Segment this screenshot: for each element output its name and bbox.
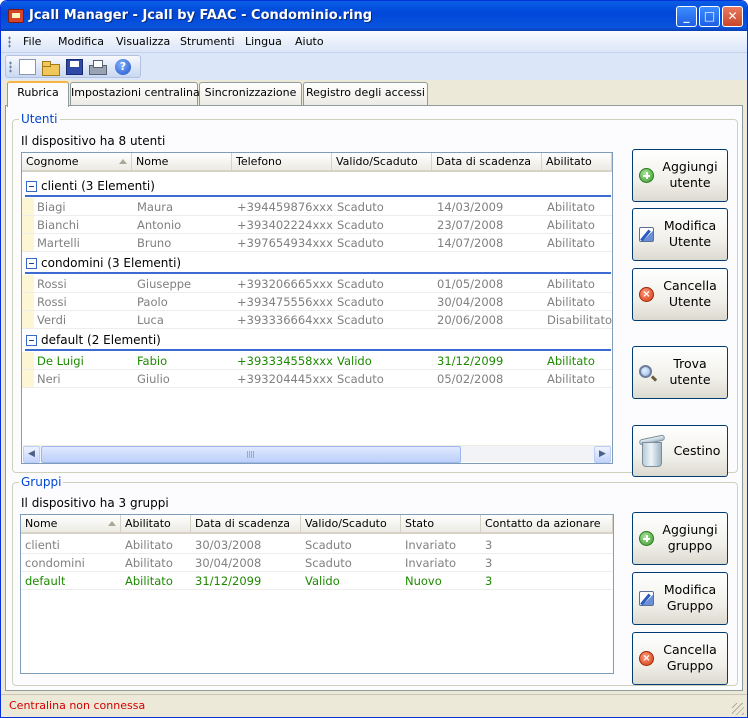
toolbar-strip: ? (1, 53, 747, 80)
help-icon[interactable]: ? (115, 59, 131, 75)
menu-strumenti[interactable]: Strumenti (180, 35, 235, 48)
menu-bar: File Modifica Visualizza Strumenti Lingu… (1, 31, 747, 53)
menu-visualizza[interactable]: Visualizza (116, 35, 170, 48)
sort-asc-icon (108, 521, 116, 526)
col-contatto[interactable]: Contatto da azionare (481, 515, 613, 532)
table-row[interactable]: clienti Abilitato 30/03/2008 Scaduto Inv… (21, 536, 613, 554)
new-document-icon[interactable] (19, 59, 36, 75)
toolbar: ? (5, 55, 141, 78)
app-icon (8, 9, 24, 23)
col-telefono[interactable]: Telefono (232, 153, 332, 170)
menu-aiuto[interactable]: Aiuto (295, 35, 324, 48)
col-abilitato-gruppo[interactable]: Abilitato (121, 515, 191, 532)
tab-registro-accessi[interactable]: Registro degli accessi (303, 82, 428, 105)
col-valido-scaduto[interactable]: Valido/Scaduto (332, 153, 432, 170)
minimize-button[interactable]: _ (676, 6, 697, 27)
close-button[interactable]: ✕ (722, 6, 743, 27)
scroll-left-icon[interactable]: ◀ (23, 446, 40, 463)
users-legend: Utenti (19, 112, 60, 126)
toolbar-grip-icon (9, 61, 12, 73)
status-bar: Centralina non connessa (1, 694, 747, 717)
group-divider (25, 349, 611, 351)
edit-pencil-icon (639, 591, 654, 606)
table-row[interactable]: De Luigi Fabio +393334558xxx Valido 31/1… (22, 352, 612, 370)
menu-modifica[interactable]: Modifica (58, 35, 104, 48)
title-bar[interactable]: Jcall Manager - Jcall by FAAC - Condomin… (1, 1, 747, 31)
add-icon (639, 531, 654, 546)
table-row[interactable]: Rossi Giuseppe +393206665xxx Scaduto 01/… (22, 275, 612, 293)
table-row[interactable]: Neri Giulio +393204445xxx Scaduto 05/02/… (22, 370, 612, 388)
trash-button[interactable]: Cestino (632, 425, 728, 477)
col-stato[interactable]: Stato (401, 515, 481, 532)
connection-status: Centralina non connessa (9, 699, 146, 712)
users-list-header: Cognome Nome Telefono Valido/Scaduto Dat… (22, 153, 612, 172)
col-nome-gruppo[interactable]: Nome (21, 515, 121, 532)
sort-asc-icon (119, 159, 127, 164)
edit-user-button[interactable]: Modifica Utente (632, 208, 728, 261)
table-row[interactable]: Biagi Maura +394459876xxx Scaduto 14/03/… (22, 198, 612, 216)
maximize-button[interactable]: □ (699, 6, 720, 27)
group-divider (25, 272, 611, 274)
col-abilitato[interactable]: Abilitato (542, 153, 612, 170)
delete-group-button[interactable]: × Cancella Gruppo (632, 632, 728, 685)
tab-sincronizzazione[interactable]: Sincronizzazione (199, 82, 302, 105)
col-valido-scaduto-gruppo[interactable]: Valido/Scaduto (301, 515, 401, 532)
app-window: Jcall Manager - Jcall by FAAC - Condomin… (0, 0, 748, 718)
edit-pencil-icon (639, 227, 654, 242)
menu-grip-icon (8, 36, 11, 48)
col-nome[interactable]: Nome (132, 153, 232, 170)
users-hscrollbar[interactable]: ◀ ▶ (23, 445, 611, 463)
collapse-icon[interactable] (26, 258, 37, 269)
col-data-scadenza[interactable]: Data di scadenza (432, 153, 542, 170)
collapse-icon[interactable] (26, 181, 37, 192)
users-list[interactable]: Cognome Nome Telefono Valido/Scaduto Dat… (21, 152, 613, 464)
groups-list[interactable]: Nome Abilitato Data di scadenza Valido/S… (20, 514, 614, 674)
users-count: Il dispositivo ha 8 utenti (21, 134, 166, 148)
table-row[interactable]: Bianchi Antonio +393402224xxx Scaduto 23… (22, 216, 612, 234)
delete-icon: × (639, 287, 654, 302)
scroll-thumb[interactable] (41, 446, 461, 463)
open-folder-icon[interactable] (42, 59, 60, 76)
tab-impostazioni-centralina[interactable]: Impostazioni centralina (70, 82, 200, 105)
table-row[interactable]: condomini Abilitato 30/04/2008 Scaduto I… (21, 554, 613, 572)
group-divider (25, 195, 611, 197)
tab-rubrica[interactable]: Rubrica (7, 81, 69, 107)
menu-lingua[interactable]: Lingua (245, 35, 282, 48)
menu-file[interactable]: File (23, 35, 41, 48)
groups-legend: Gruppi (19, 475, 64, 489)
users-groupbox: Utenti Il dispositivo ha 8 utenti Cognom… (12, 112, 738, 477)
add-user-button[interactable]: Aggiungi utente (632, 149, 728, 202)
search-icon (639, 365, 652, 378)
groups-count: Il dispositivo ha 3 gruppi (21, 496, 169, 510)
print-icon[interactable] (89, 59, 107, 75)
save-disk-icon[interactable] (66, 59, 83, 75)
collapse-icon[interactable] (26, 335, 37, 346)
add-icon (639, 168, 654, 183)
groups-list-header: Nome Abilitato Data di scadenza Valido/S… (21, 515, 613, 534)
scroll-right-icon[interactable]: ▶ (594, 446, 611, 463)
window-title: Jcall Manager - Jcall by FAAC - Condomin… (29, 8, 373, 23)
groups-groupbox: Gruppi Il dispositivo ha 3 gruppi Nome A… (12, 475, 738, 686)
table-row[interactable]: Verdi Luca +393336664xxx Scaduto 20/06/2… (22, 311, 612, 329)
tab-panel-rubrica: Utenti Il dispositivo ha 8 utenti Cognom… (5, 105, 743, 691)
delete-user-button[interactable]: × Cancella Utente (632, 268, 728, 321)
add-group-button[interactable]: Aggiungi gruppo (632, 512, 728, 565)
col-cognome[interactable]: Cognome (22, 153, 132, 170)
resize-grip-icon[interactable] (732, 703, 744, 715)
find-user-button[interactable]: Trova utente (632, 346, 728, 399)
table-row[interactable]: Rossi Paolo +393475556xxx Scaduto 30/04/… (22, 293, 612, 311)
table-row[interactable]: Martelli Bruno +397654934xxx Scaduto 14/… (22, 234, 612, 252)
table-row[interactable]: default Abilitato 31/12/2099 Valido Nuov… (21, 572, 613, 590)
edit-group-button[interactable]: Modifica Gruppo (632, 572, 728, 625)
trash-bin-icon (638, 434, 666, 468)
col-data-scadenza-gruppo[interactable]: Data di scadenza (191, 515, 301, 532)
delete-icon: × (639, 651, 654, 666)
